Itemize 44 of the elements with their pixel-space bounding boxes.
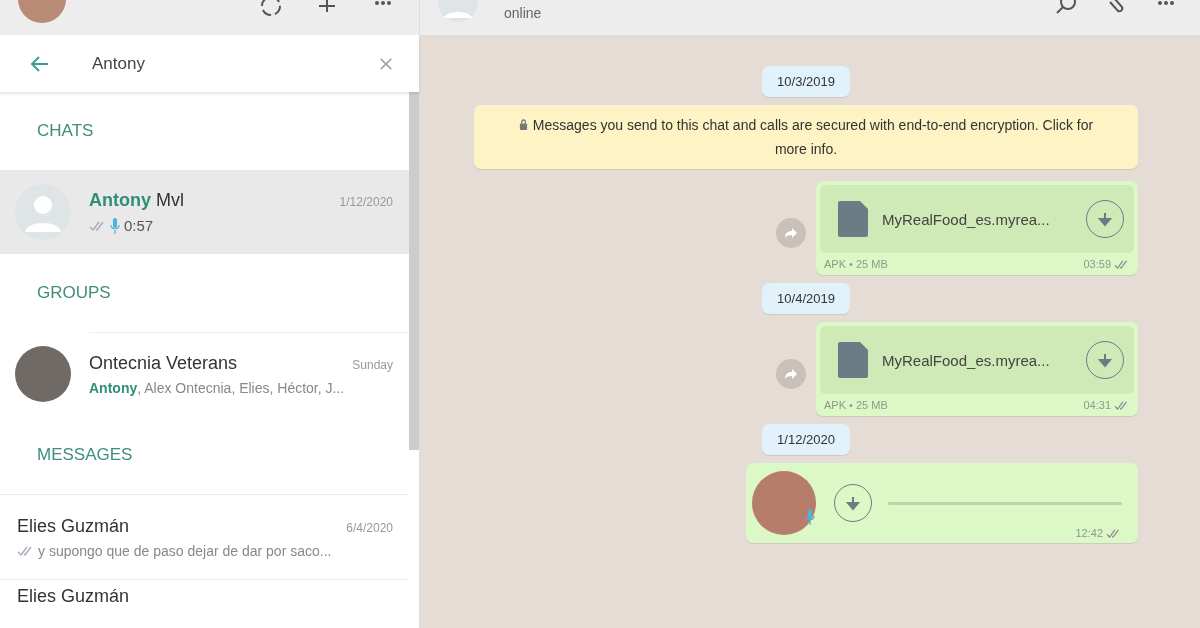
file-info: APK • 25 MB bbox=[824, 399, 889, 411]
section-heading: CHATS bbox=[37, 121, 94, 141]
encryption-notice[interactable]: Messages you send to this chat and calls are secured with end-to-end encryption. Click for more info. bbox=[474, 105, 1138, 169]
date-label: 10/3/2019 bbox=[762, 66, 850, 97]
message-time: 04:31 bbox=[1083, 399, 1111, 411]
chat-name: Antony Mvl bbox=[89, 190, 184, 211]
chat-date: Sunday bbox=[352, 358, 393, 372]
download-icon bbox=[1097, 211, 1113, 227]
forward-icon[interactable] bbox=[776, 359, 806, 389]
forward-icon[interactable] bbox=[776, 218, 806, 248]
document-icon bbox=[838, 342, 868, 378]
message-preview: y supongo que de paso dejar de dar por saco... bbox=[38, 542, 332, 559]
download-icon bbox=[845, 495, 861, 511]
double-tick-icon bbox=[1114, 258, 1130, 270]
file-info: APK • 25 MB bbox=[824, 258, 889, 270]
double-tick-icon bbox=[1114, 399, 1130, 411]
search-field[interactable]: Antony bbox=[90, 52, 377, 75]
chat-name: Elies Guzmán bbox=[17, 515, 130, 537]
download-icon bbox=[1097, 352, 1113, 368]
date-label: 1/12/2020 bbox=[762, 424, 850, 455]
group-photo-placeholder bbox=[15, 346, 71, 402]
microphone-icon bbox=[110, 217, 120, 234]
message-preview: Antony, Alex Ontecnia, Elies, Héctor, J... bbox=[89, 380, 345, 396]
message-time: 03:59 bbox=[1083, 258, 1111, 270]
contact-status: online bbox=[504, 5, 542, 21]
chat-name: Elies Guzmán bbox=[17, 586, 130, 607]
double-tick-icon bbox=[1106, 527, 1122, 539]
chat-date: 6/4/2020 bbox=[346, 520, 393, 535]
scrollbar-thumb[interactable] bbox=[409, 92, 419, 450]
chat-date: 1/12/2020 bbox=[339, 195, 393, 209]
section-heading: MESSAGES bbox=[37, 445, 133, 465]
file-name: MyRealFood_es.myrea... bbox=[882, 210, 1051, 228]
message-preview: 0:57 bbox=[124, 217, 154, 234]
microphone-icon bbox=[805, 509, 815, 525]
message-time: 12:42 bbox=[1075, 527, 1103, 539]
chat-name: Ontecnia Veterans bbox=[89, 353, 238, 374]
document-icon bbox=[838, 201, 868, 237]
date-label: 10/4/2019 bbox=[762, 283, 850, 314]
encryption-text: Messages you send to this chat and calls are secured with end-to-end encryption. Click for more info. bbox=[532, 117, 1094, 157]
audio-progress-track[interactable] bbox=[888, 501, 1122, 505]
lock-icon bbox=[518, 119, 528, 130]
section-heading: GROUPS bbox=[37, 283, 111, 303]
chat-list-item[interactable]: Antony Mvl 1/12/2020 0:57 bbox=[0, 170, 409, 254]
file-name: MyRealFood_es.myrea... bbox=[882, 351, 1051, 369]
